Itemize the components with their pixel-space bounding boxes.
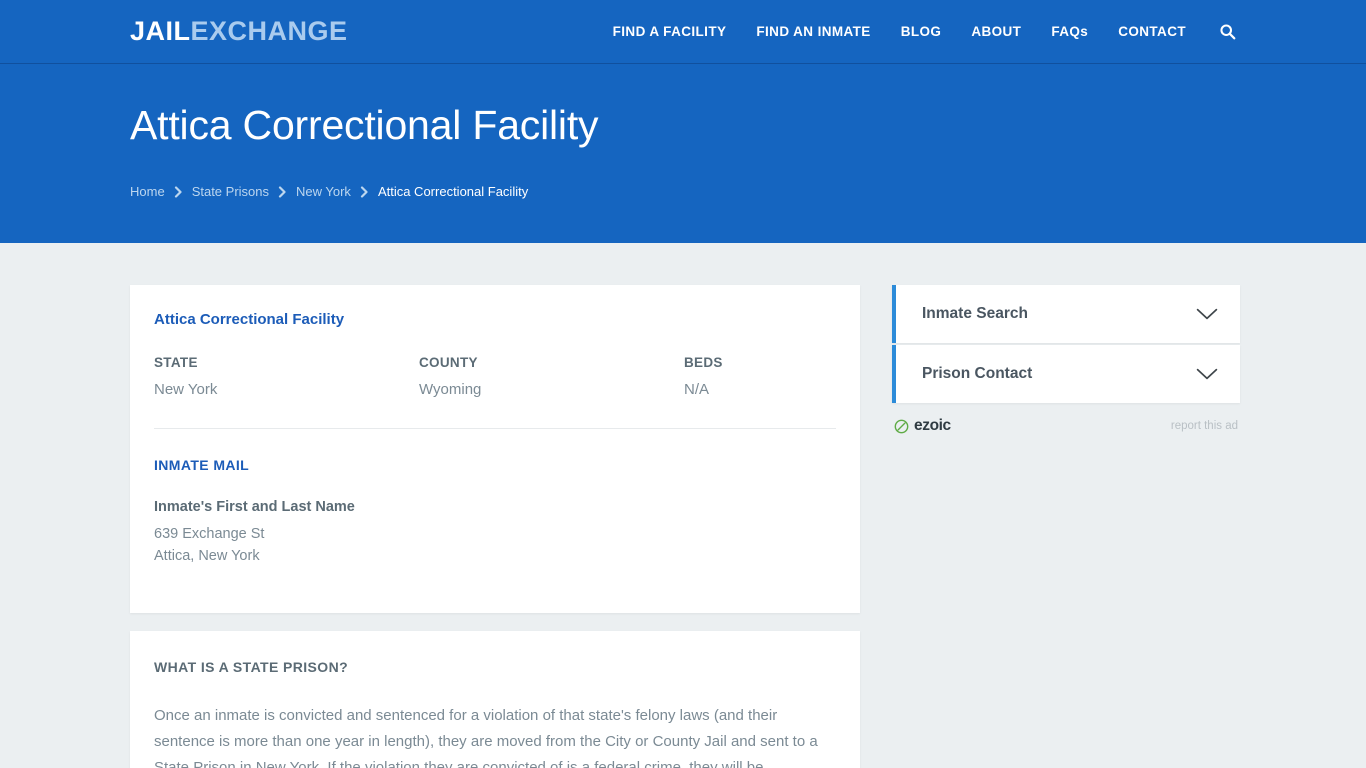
breadcrumb-item-state-prisons[interactable]: State Prisons	[192, 184, 269, 199]
nav-blog[interactable]: BLOG	[886, 24, 957, 39]
nav-find-an-inmate[interactable]: FIND AN INMATE	[741, 24, 885, 39]
facility-field-county-value: Wyoming	[419, 381, 482, 398]
about-paragraph: Once an inmate is convicted and sentence…	[154, 707, 818, 768]
page-body: Attica Correctional Facility STATE New Y…	[0, 243, 1366, 768]
inmate-mail-name-line: Inmate's First and Last Name	[154, 499, 355, 515]
main-nav-links: FIND A FACILITY FIND AN INMATE BLOG ABOU…	[598, 23, 1236, 40]
facility-field-state: STATE New York	[154, 355, 419, 398]
nav-find-a-facility[interactable]: FIND A FACILITY	[598, 24, 742, 39]
breadcrumb-item-home[interactable]: Home	[130, 184, 165, 199]
about-heading: WHAT IS A STATE PRISON?	[154, 659, 349, 675]
chevron-down-icon[interactable]	[1196, 308, 1218, 321]
facility-field-beds: BEDS N/A	[684, 355, 723, 398]
ezoic-logo[interactable]: ezoic	[894, 417, 951, 435]
accordion-item-inmate-search[interactable]: Inmate Search	[892, 285, 1240, 343]
inmate-mail-address-line-2: Attica, New York	[154, 548, 260, 564]
breadcrumb-item-current: Attica Correctional Facility	[377, 184, 529, 199]
search-icon[interactable]	[1201, 23, 1236, 40]
logo-text-jail: JAIL	[130, 16, 191, 46]
facility-info-card: Attica Correctional Facility STATE New Y…	[130, 285, 860, 613]
chevron-down-icon[interactable]	[1196, 368, 1218, 381]
inmate-mail-address-line-1: 639 Exchange St	[154, 526, 265, 542]
accordion-label-prison-contact: Prison Contact	[922, 365, 1033, 382]
ezoic-wordmark: ezoic	[914, 417, 951, 434]
facility-field-beds-label: BEDS	[684, 355, 723, 370]
ad-attribution-bar: ezoic report this ad	[892, 417, 1240, 435]
about-state-prison-card: WHAT IS A STATE PRISON? Once an inmate i…	[130, 631, 860, 768]
nav-about[interactable]: ABOUT	[956, 24, 1036, 39]
inmate-mail-heading: INMATE MAIL	[154, 457, 250, 473]
facility-card-title: Attica Correctional Facility	[154, 311, 345, 328]
accordion-label-inmate-search: Inmate Search	[922, 305, 1028, 322]
page-title: Attica Correctional Facility	[130, 102, 599, 148]
page-hero-banner: Attica Correctional Facility Home State …	[0, 64, 1366, 243]
facility-field-county-label: COUNTY	[419, 355, 478, 370]
facility-info-row: STATE New York COUNTY Wyoming BEDS N/A	[154, 355, 836, 398]
facility-field-state-label: STATE	[154, 355, 198, 370]
breadcrumb-item-new-york[interactable]: New York	[296, 184, 351, 199]
facility-field-state-value: New York	[154, 381, 218, 398]
ezoic-mark-icon	[894, 419, 909, 434]
main-column: Attica Correctional Facility STATE New Y…	[130, 285, 860, 768]
breadcrumb: Home State Prisons New York Attica Corre…	[130, 184, 1236, 199]
report-this-ad-link[interactable]: report this ad	[1171, 420, 1238, 432]
nav-faqs[interactable]: FAQs	[1036, 24, 1103, 39]
chevron-right-icon	[360, 185, 369, 198]
top-navigation-bar: JAILEXCHANGE FIND A FACILITY FIND AN INM…	[0, 0, 1366, 64]
nav-contact[interactable]: CONTACT	[1103, 24, 1201, 39]
sidebar-accordion: Inmate Search Prison Contact	[892, 285, 1240, 403]
facility-field-county: COUNTY Wyoming	[419, 355, 684, 398]
chevron-right-icon	[278, 185, 287, 198]
logo-text-exchange: EXCHANGE	[190, 16, 348, 46]
section-divider	[154, 428, 836, 429]
chevron-right-icon	[174, 185, 183, 198]
facility-field-beds-value: N/A	[684, 381, 710, 398]
sidebar-column: Inmate Search Prison Contact ezoic repor…	[892, 285, 1240, 768]
accordion-item-prison-contact[interactable]: Prison Contact	[892, 345, 1240, 403]
site-logo[interactable]: JAILEXCHANGE	[130, 18, 348, 45]
